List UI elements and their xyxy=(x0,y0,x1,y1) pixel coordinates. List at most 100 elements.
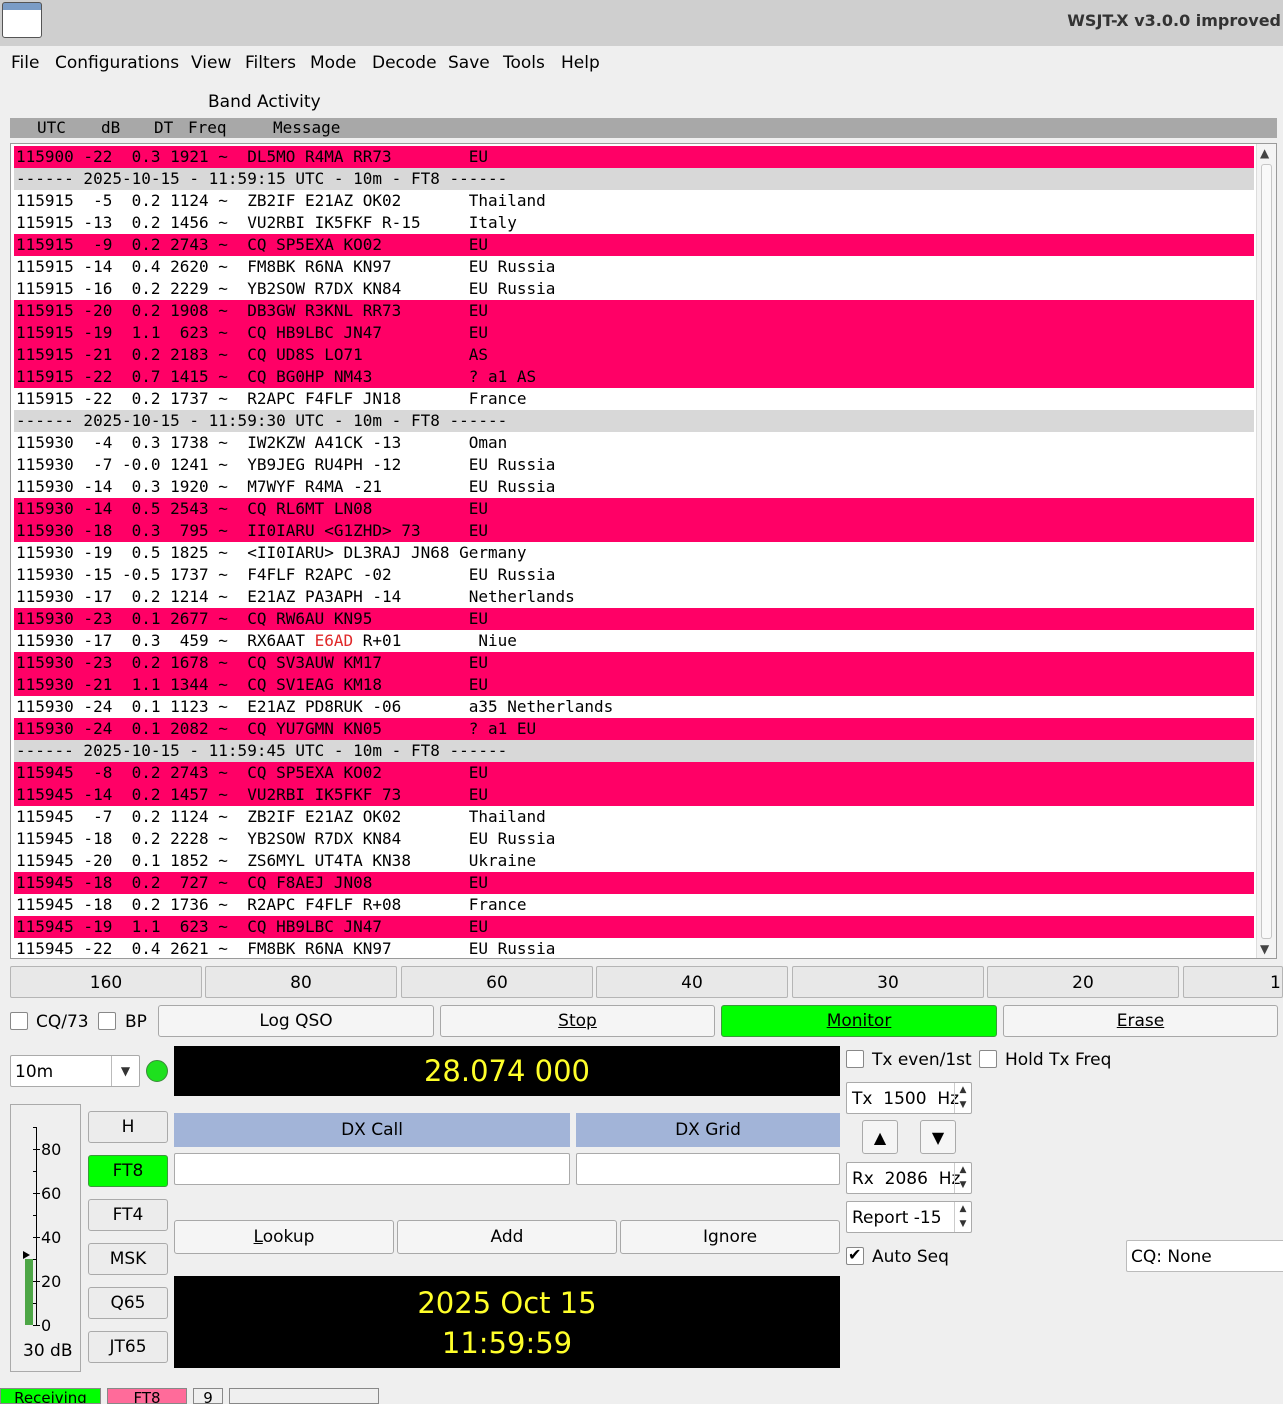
decode-list[interactable]: 115900 -22 0.3 1921 ~ DL5MO R4MA RR73 EU… xyxy=(14,146,1254,958)
cq73-checkbox[interactable] xyxy=(10,1012,28,1030)
hold-tx-freq-checkbox[interactable] xyxy=(979,1050,997,1068)
decode-row[interactable]: 115900 -22 0.3 1921 ~ DL5MO R4MA RR73 EU xyxy=(14,146,1254,168)
rig-status-led xyxy=(146,1060,168,1082)
scroll-up-icon[interactable]: ▲ xyxy=(1260,146,1269,160)
decode-row[interactable]: 115930 -14 0.3 1920 ~ M7WYF R4MA -21 EU … xyxy=(14,476,1254,498)
log-qso-button[interactable]: Log QSO xyxy=(158,1005,434,1037)
band-button-20[interactable]: 20 xyxy=(987,966,1179,998)
rx-to-tx-down-button[interactable]: ▼ xyxy=(920,1120,956,1154)
menu-save[interactable]: Save xyxy=(448,53,490,73)
decode-row[interactable]: 115915 -19 1.1 623 ~ CQ HB9LBC JN47 EU xyxy=(14,322,1254,344)
column-message: Message xyxy=(273,118,341,137)
decode-row[interactable]: 115945 -14 0.2 1457 ~ VU2RBI IK5FKF 73 E… xyxy=(14,784,1254,806)
decode-row[interactable]: 115915 -9 0.2 2743 ~ CQ SP5EXA KO02 EU xyxy=(14,234,1254,256)
decode-row[interactable]: 115930 -23 0.2 1678 ~ CQ SV3AUW KM17 EU xyxy=(14,652,1254,674)
stop-button[interactable]: Stop xyxy=(440,1005,715,1037)
band-button-17[interactable]: 17 xyxy=(1183,966,1283,998)
decode-row[interactable]: 115915 -16 0.2 2229 ~ YB2SOW R7DX KN84 E… xyxy=(14,278,1254,300)
band-button-160[interactable]: 160 xyxy=(10,966,202,998)
decode-row[interactable]: 115945 -8 0.2 2743 ~ CQ SP5EXA KO02 EU xyxy=(14,762,1254,784)
decode-row[interactable]: 115915 -22 0.7 1415 ~ CQ BG0HP NM43 ? a1… xyxy=(14,366,1254,388)
band-activity-panel[interactable]: 115900 -22 0.3 1921 ~ DL5MO R4MA RR73 EU… xyxy=(10,143,1277,959)
tx-to-rx-up-button[interactable]: ▲ xyxy=(862,1120,898,1154)
decode-row[interactable]: 115945 -20 0.1 1852 ~ ZS6MYL UT4TA KN38 … xyxy=(14,850,1254,872)
chevron-down-icon[interactable]: ▼ xyxy=(111,1056,139,1086)
band-button-60[interactable]: 60 xyxy=(401,966,593,998)
decode-row[interactable]: 115930 -14 0.5 2543 ~ CQ RL6MT LN08 EU xyxy=(14,498,1254,520)
dx-grid-input[interactable] xyxy=(576,1153,840,1185)
band-button-40[interactable]: 40 xyxy=(596,966,788,998)
cq-select[interactable]: CQ: None xyxy=(1126,1240,1283,1272)
meter-tick-label: 80 xyxy=(41,1140,62,1159)
meter-tick xyxy=(33,1149,40,1150)
menu-file[interactable]: File xyxy=(11,53,39,73)
app-window-icon[interactable] xyxy=(2,2,42,38)
mode-button-msk[interactable]: MSK xyxy=(88,1243,168,1275)
mode-button-jt65[interactable]: JT65 xyxy=(88,1331,168,1363)
decode-row[interactable]: 115915 -14 0.4 2620 ~ FM8BK R6NA KN97 EU… xyxy=(14,256,1254,278)
decode-row[interactable]: 115930 -15 -0.5 1737 ~ F4FLF R2APC -02 E… xyxy=(14,564,1254,586)
period-separator-row[interactable]: ------ 2025-10-15 - 11:59:45 UTC - 10m -… xyxy=(14,740,1254,762)
decode-row[interactable]: 115945 -18 0.2 1736 ~ R2APC F4FLF R+08 F… xyxy=(14,894,1254,916)
bp-checkbox[interactable] xyxy=(98,1012,116,1030)
menu-filters[interactable]: Filters xyxy=(245,53,296,73)
mode-button-ft4[interactable]: FT4 xyxy=(88,1199,168,1231)
decode-row[interactable]: 115930 -21 1.1 1344 ~ CQ SV1EAG KM18 EU xyxy=(14,674,1254,696)
report-stepper[interactable]: ▲ ▼ xyxy=(954,1202,971,1232)
decode-row[interactable]: 115930 -18 0.3 795 ~ II0IARU <G1ZHD> 73 … xyxy=(14,520,1254,542)
band-select[interactable]: 10m ▼ xyxy=(10,1055,140,1087)
decode-row[interactable]: 115930 -4 0.3 1738 ~ IW2KZW A41CK -13 Om… xyxy=(14,432,1254,454)
mode-button-h[interactable]: H xyxy=(88,1111,168,1143)
decode-row[interactable]: 115930 -17 0.3 459 ~ RX6AAT E6AD R+01 Ni… xyxy=(14,630,1254,652)
menu-view[interactable]: View xyxy=(191,53,231,73)
decode-row[interactable]: 115930 -7 -0.0 1241 ~ YB9JEG RU4PH -12 E… xyxy=(14,454,1254,476)
title-bar: WSJT-X v3.0.0 improved xyxy=(0,0,1283,46)
decode-row[interactable]: 115930 -17 0.2 1214 ~ E21AZ PA3APH -14 N… xyxy=(14,586,1254,608)
vertical-scrollbar[interactable]: ▲ ▼ xyxy=(1256,144,1276,958)
mode-button-q65[interactable]: Q65 xyxy=(88,1287,168,1319)
monitor-label: Monitor xyxy=(826,1011,892,1031)
tx-frequency-stepper[interactable]: ▲ ▼ xyxy=(954,1083,971,1113)
band-button-80[interactable]: 80 xyxy=(205,966,397,998)
period-separator-row[interactable]: ------ 2025-10-15 - 11:59:30 UTC - 10m -… xyxy=(14,410,1254,432)
menu-decode[interactable]: Decode xyxy=(372,53,437,73)
rx-frequency-stepper[interactable]: ▲ ▼ xyxy=(954,1163,971,1193)
monitor-button[interactable]: Monitor xyxy=(721,1005,997,1037)
menu-help[interactable]: Help xyxy=(561,53,600,73)
auto-seq-checkbox[interactable] xyxy=(846,1245,864,1265)
scroll-down-icon[interactable]: ▼ xyxy=(1260,942,1269,956)
tx-frequency-spinbox[interactable]: Tx 1500 Hz ▲ ▼ xyxy=(846,1082,972,1114)
decode-row[interactable]: 115930 -24 0.1 2082 ~ CQ YU7GMN KN05 ? a… xyxy=(14,718,1254,740)
decode-row[interactable]: 115915 -13 0.2 1456 ~ VU2RBI IK5FKF R-15… xyxy=(14,212,1254,234)
erase-button[interactable]: Erase xyxy=(1003,1005,1278,1037)
menu-configurations[interactable]: Configurations xyxy=(55,53,179,73)
decode-row[interactable]: 115930 -23 0.1 2677 ~ CQ RW6AU KN95 EU xyxy=(14,608,1254,630)
band-button-30[interactable]: 30 xyxy=(792,966,984,998)
menu-tools[interactable]: Tools xyxy=(503,53,545,73)
decode-row[interactable]: 115945 -18 0.2 2228 ~ YB2SOW R7DX KN84 E… xyxy=(14,828,1254,850)
decode-row[interactable]: 115915 -5 0.2 1124 ~ ZB2IF E21AZ OK02 Th… xyxy=(14,190,1254,212)
meter-tick-label: 20 xyxy=(41,1272,62,1291)
report-spinbox[interactable]: Report -15 ▲ ▼ xyxy=(846,1201,972,1233)
decode-row[interactable]: 115930 -19 0.5 1825 ~ <II0IARU> DL3RAJ J… xyxy=(14,542,1254,564)
mode-button-ft8[interactable]: FT8 xyxy=(88,1155,168,1187)
decode-row[interactable]: 115945 -18 0.2 727 ~ CQ F8AEJ JN08 EU xyxy=(14,872,1254,894)
scroll-thumb[interactable] xyxy=(1261,164,1272,939)
decode-row[interactable]: 115930 -24 0.1 1123 ~ E21AZ PD8RUK -06 a… xyxy=(14,696,1254,718)
decode-row[interactable]: 115915 -21 0.2 2183 ~ CQ UD8S LO71 AS xyxy=(14,344,1254,366)
dx-call-input[interactable] xyxy=(174,1153,570,1185)
lookup-button[interactable]: Lookup xyxy=(174,1220,394,1254)
tx-even-checkbox[interactable] xyxy=(846,1050,864,1068)
decode-row[interactable]: 115945 -22 0.4 2621 ~ FM8BK R6NA KN97 EU… xyxy=(14,938,1254,958)
decode-row[interactable]: 115945 -7 0.2 1124 ~ ZB2IF E21AZ OK02 Th… xyxy=(14,806,1254,828)
period-separator-row[interactable]: ------ 2025-10-15 - 11:59:15 UTC - 10m -… xyxy=(14,168,1254,190)
menu-mode[interactable]: Mode xyxy=(310,53,356,73)
rx-frequency-spinbox[interactable]: Rx 2086 Hz ▲ ▼ xyxy=(846,1162,972,1194)
column-utc: UTC xyxy=(37,118,66,137)
decode-row[interactable]: 115945 -19 1.1 623 ~ CQ HB9LBC JN47 EU xyxy=(14,916,1254,938)
add-button[interactable]: Add xyxy=(397,1220,617,1254)
ignore-button[interactable]: Ignore xyxy=(620,1220,840,1254)
decode-row[interactable]: 115915 -22 0.2 1737 ~ R2APC F4FLF JN18 F… xyxy=(14,388,1254,410)
meter-tick-label: 60 xyxy=(41,1184,62,1203)
decode-row[interactable]: 115915 -20 0.2 1908 ~ DB3GW R3KNL RR73 E… xyxy=(14,300,1254,322)
